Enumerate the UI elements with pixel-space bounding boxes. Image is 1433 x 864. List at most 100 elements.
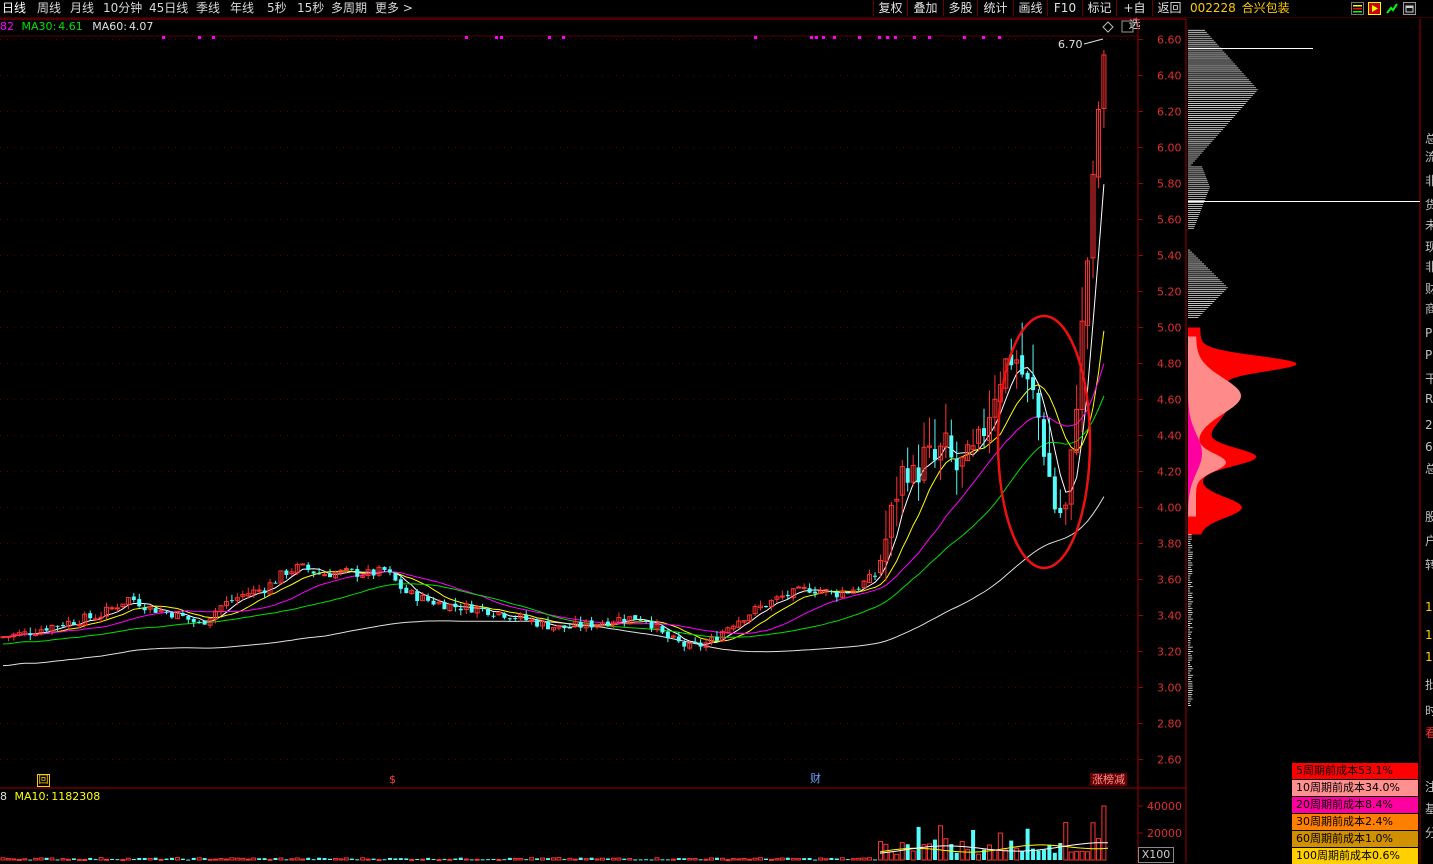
candle-body — [44, 628, 49, 631]
right-panel-char: 注 — [1425, 780, 1433, 794]
volume-bar — [213, 858, 219, 861]
event-icon-rank[interactable]: 涨榜减 — [1090, 773, 1127, 786]
right-panel-char: 干 — [1425, 372, 1433, 386]
volume-bar — [768, 858, 774, 861]
volume-bar — [692, 858, 698, 861]
candle-body — [322, 574, 328, 577]
high-price-pointer — [1083, 38, 1104, 45]
signal-marker — [858, 36, 861, 39]
event-icon-dividend[interactable]: $ — [389, 774, 396, 786]
candle-body — [284, 570, 289, 575]
price-tick-label: 3.20 — [1157, 646, 1182, 659]
volume-bar — [257, 858, 262, 860]
candle-body — [605, 621, 610, 626]
volume-bar — [823, 858, 829, 861]
candle-body — [202, 620, 207, 625]
volume-bar — [65, 858, 71, 861]
volume-bar — [158, 858, 164, 861]
volume-bar — [1063, 822, 1069, 861]
price-tick-label: 3.40 — [1157, 610, 1182, 623]
price-tick-label: 5.40 — [1157, 250, 1182, 263]
candle-body — [801, 586, 807, 589]
right-panel-char: 户 — [1425, 534, 1433, 548]
event-icon-replay[interactable]: 回 — [37, 774, 50, 787]
volume-bar — [818, 857, 823, 861]
volume-bar — [442, 858, 447, 860]
volume-bar — [676, 858, 681, 860]
replay-icon: 回 — [38, 775, 49, 786]
volume-bar — [665, 859, 670, 861]
candle-body — [633, 615, 638, 620]
volume-bar — [1009, 840, 1014, 860]
candle-body — [660, 626, 665, 633]
cost-legend-item: 100周期前成本0.6% — [1292, 848, 1418, 864]
candle-body — [856, 588, 861, 590]
volume-bar — [311, 859, 316, 861]
volume-bar — [322, 858, 327, 860]
candle-body — [1041, 419, 1046, 457]
volume-bar — [1020, 851, 1025, 860]
volume-bar — [910, 850, 916, 861]
cost-legend-item: 30周期前成本2.4% — [1292, 814, 1418, 830]
volume-bar — [55, 859, 60, 861]
candle-body — [491, 615, 496, 617]
candle-body — [153, 608, 158, 613]
volume-bar — [306, 857, 311, 860]
right-panel-char: 非 — [1425, 174, 1433, 188]
candle-body — [76, 624, 82, 627]
volume-bar — [730, 858, 736, 861]
volume-bar — [38, 857, 44, 861]
volume-bar — [725, 859, 731, 862]
volume-bar — [774, 858, 780, 861]
candle-body — [567, 627, 572, 629]
volume-bar — [223, 858, 229, 861]
candle-body — [665, 631, 670, 639]
volume-bar — [610, 857, 616, 861]
volume-bar — [496, 858, 502, 861]
candle-body — [256, 589, 262, 592]
candle-body — [109, 607, 115, 610]
volume-bar — [349, 858, 354, 860]
volume-bar — [507, 857, 512, 860]
volume-bar — [278, 857, 284, 861]
volume-bar — [589, 857, 594, 860]
cost-legend-item: 10周期前成本34.0% — [1292, 780, 1418, 796]
volume-bar — [1036, 850, 1041, 860]
candle-body — [262, 590, 267, 594]
window-resize-icon[interactable] — [1121, 20, 1134, 33]
right-panel-char: 时 — [1425, 704, 1433, 718]
volume-bar — [813, 859, 818, 861]
volume-bar — [752, 857, 758, 861]
volume-bar — [714, 857, 719, 860]
volume-bar — [764, 858, 768, 860]
volume-bar — [535, 858, 540, 860]
candle-body — [273, 582, 278, 584]
candle-body — [932, 449, 937, 461]
volume-bar — [1047, 844, 1052, 860]
volume-bar — [453, 858, 458, 860]
volume-bar — [943, 838, 949, 861]
volume-bar — [234, 857, 240, 861]
candle-body — [698, 642, 703, 647]
candle-body — [714, 636, 719, 641]
event-icon-finance[interactable]: 财 — [810, 773, 821, 785]
volume-bar — [398, 858, 403, 860]
ma20-line — [2, 363, 1105, 638]
candle-body — [469, 604, 474, 613]
volume-bar — [937, 825, 943, 861]
volume-bar — [355, 859, 360, 861]
signal-marker — [878, 36, 881, 39]
zoom-diamond-icon[interactable] — [1102, 21, 1114, 33]
candle-body — [71, 622, 76, 625]
volume-bar — [88, 857, 93, 860]
volume-bar — [480, 859, 485, 861]
volume-bar — [142, 857, 147, 860]
volume-bar — [550, 857, 556, 861]
signal-marker — [562, 36, 565, 39]
signal-marker — [162, 36, 165, 39]
volume-bar — [382, 859, 387, 861]
candle-body — [807, 588, 812, 593]
volume-bar — [28, 859, 33, 861]
volume-bar — [371, 858, 376, 860]
kline-chart[interactable]: 6.60 6.40 6.20 6.00 5.80 5.60 5.40 5.20 5.00 4.80… — [0, 0, 1433, 863]
